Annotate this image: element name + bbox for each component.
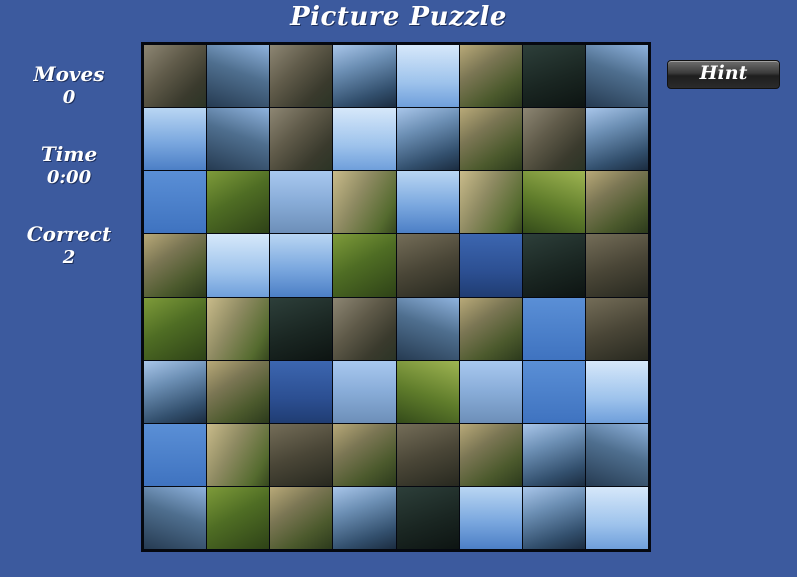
puzzle-tile[interactable] — [207, 171, 270, 234]
puzzle-tile[interactable] — [207, 108, 270, 171]
time-label: Time — [40, 142, 98, 166]
puzzle-tile[interactable] — [333, 234, 396, 297]
puzzle-tile[interactable] — [522, 45, 585, 108]
puzzle-tile[interactable] — [270, 45, 333, 108]
correct-value: 2 — [62, 247, 76, 268]
puzzle-tile[interactable] — [522, 171, 585, 234]
puzzle-tile[interactable] — [270, 486, 333, 549]
puzzle-tile[interactable] — [522, 108, 585, 171]
puzzle-tile[interactable] — [522, 297, 585, 360]
puzzle-tile[interactable] — [270, 108, 333, 171]
puzzle-tile[interactable] — [585, 360, 648, 423]
time-stat: Time 0:00 — [14, 142, 124, 190]
puzzle-tile[interactable] — [207, 297, 270, 360]
hint-button[interactable]: Hint — [667, 60, 780, 89]
puzzle-tile[interactable] — [459, 297, 522, 360]
puzzle-tile[interactable] — [522, 360, 585, 423]
moves-label: Moves — [33, 62, 105, 86]
puzzle-tile[interactable] — [270, 171, 333, 234]
puzzle-tile[interactable] — [396, 297, 459, 360]
puzzle-tile[interactable] — [396, 171, 459, 234]
puzzle-tile[interactable] — [144, 171, 207, 234]
puzzle-tile[interactable] — [207, 234, 270, 297]
puzzle-tile[interactable] — [396, 234, 459, 297]
puzzle-tile[interactable] — [396, 108, 459, 171]
puzzle-tile[interactable] — [144, 360, 207, 423]
moves-stat: Moves 0 — [14, 62, 124, 110]
puzzle-tile[interactable] — [333, 297, 396, 360]
puzzle-tile[interactable] — [207, 45, 270, 108]
puzzle-tile[interactable] — [522, 234, 585, 297]
game-title: Picture Puzzle — [290, 2, 507, 32]
puzzle-tile[interactable] — [270, 297, 333, 360]
puzzle-tile[interactable] — [585, 171, 648, 234]
puzzle-tile[interactable] — [144, 423, 207, 486]
puzzle-tile[interactable] — [459, 423, 522, 486]
puzzle-tile[interactable] — [333, 171, 396, 234]
puzzle-tile[interactable] — [585, 423, 648, 486]
puzzle-tile[interactable] — [396, 360, 459, 423]
puzzle-tile[interactable] — [270, 360, 333, 423]
puzzle-tile[interactable] — [396, 423, 459, 486]
puzzle-tile[interactable] — [459, 108, 522, 171]
puzzle-tile[interactable] — [270, 423, 333, 486]
puzzle-tile[interactable] — [459, 486, 522, 549]
puzzle-tile[interactable] — [522, 423, 585, 486]
puzzle-tile[interactable] — [459, 360, 522, 423]
moves-value: 0 — [62, 87, 76, 108]
puzzle-tile[interactable] — [396, 45, 459, 108]
puzzle-board — [141, 42, 651, 552]
puzzle-tile[interactable] — [585, 486, 648, 549]
puzzle-tile[interactable] — [207, 486, 270, 549]
puzzle-tile[interactable] — [207, 360, 270, 423]
puzzle-tile[interactable] — [459, 45, 522, 108]
puzzle-tile[interactable] — [585, 45, 648, 108]
puzzle-tile[interactable] — [144, 297, 207, 360]
puzzle-tile[interactable] — [585, 234, 648, 297]
correct-label: Correct — [26, 222, 112, 246]
puzzle-tile[interactable] — [144, 45, 207, 108]
puzzle-tile[interactable] — [333, 108, 396, 171]
puzzle-tile[interactable] — [144, 486, 207, 549]
puzzle-tile[interactable] — [459, 234, 522, 297]
puzzle-tile[interactable] — [333, 45, 396, 108]
puzzle-tile[interactable] — [522, 486, 585, 549]
puzzle-tile[interactable] — [207, 423, 270, 486]
puzzle-tile[interactable] — [459, 171, 522, 234]
time-value: 0:00 — [46, 167, 92, 188]
puzzle-tile[interactable] — [333, 360, 396, 423]
puzzle-tile[interactable] — [585, 297, 648, 360]
correct-stat: Correct 2 — [14, 222, 124, 270]
puzzle-tile[interactable] — [270, 234, 333, 297]
puzzle-tile[interactable] — [333, 423, 396, 486]
puzzle-tile[interactable] — [144, 108, 207, 171]
puzzle-tile[interactable] — [396, 486, 459, 549]
puzzle-tile[interactable] — [585, 108, 648, 171]
puzzle-tile[interactable] — [144, 234, 207, 297]
puzzle-tile[interactable] — [333, 486, 396, 549]
